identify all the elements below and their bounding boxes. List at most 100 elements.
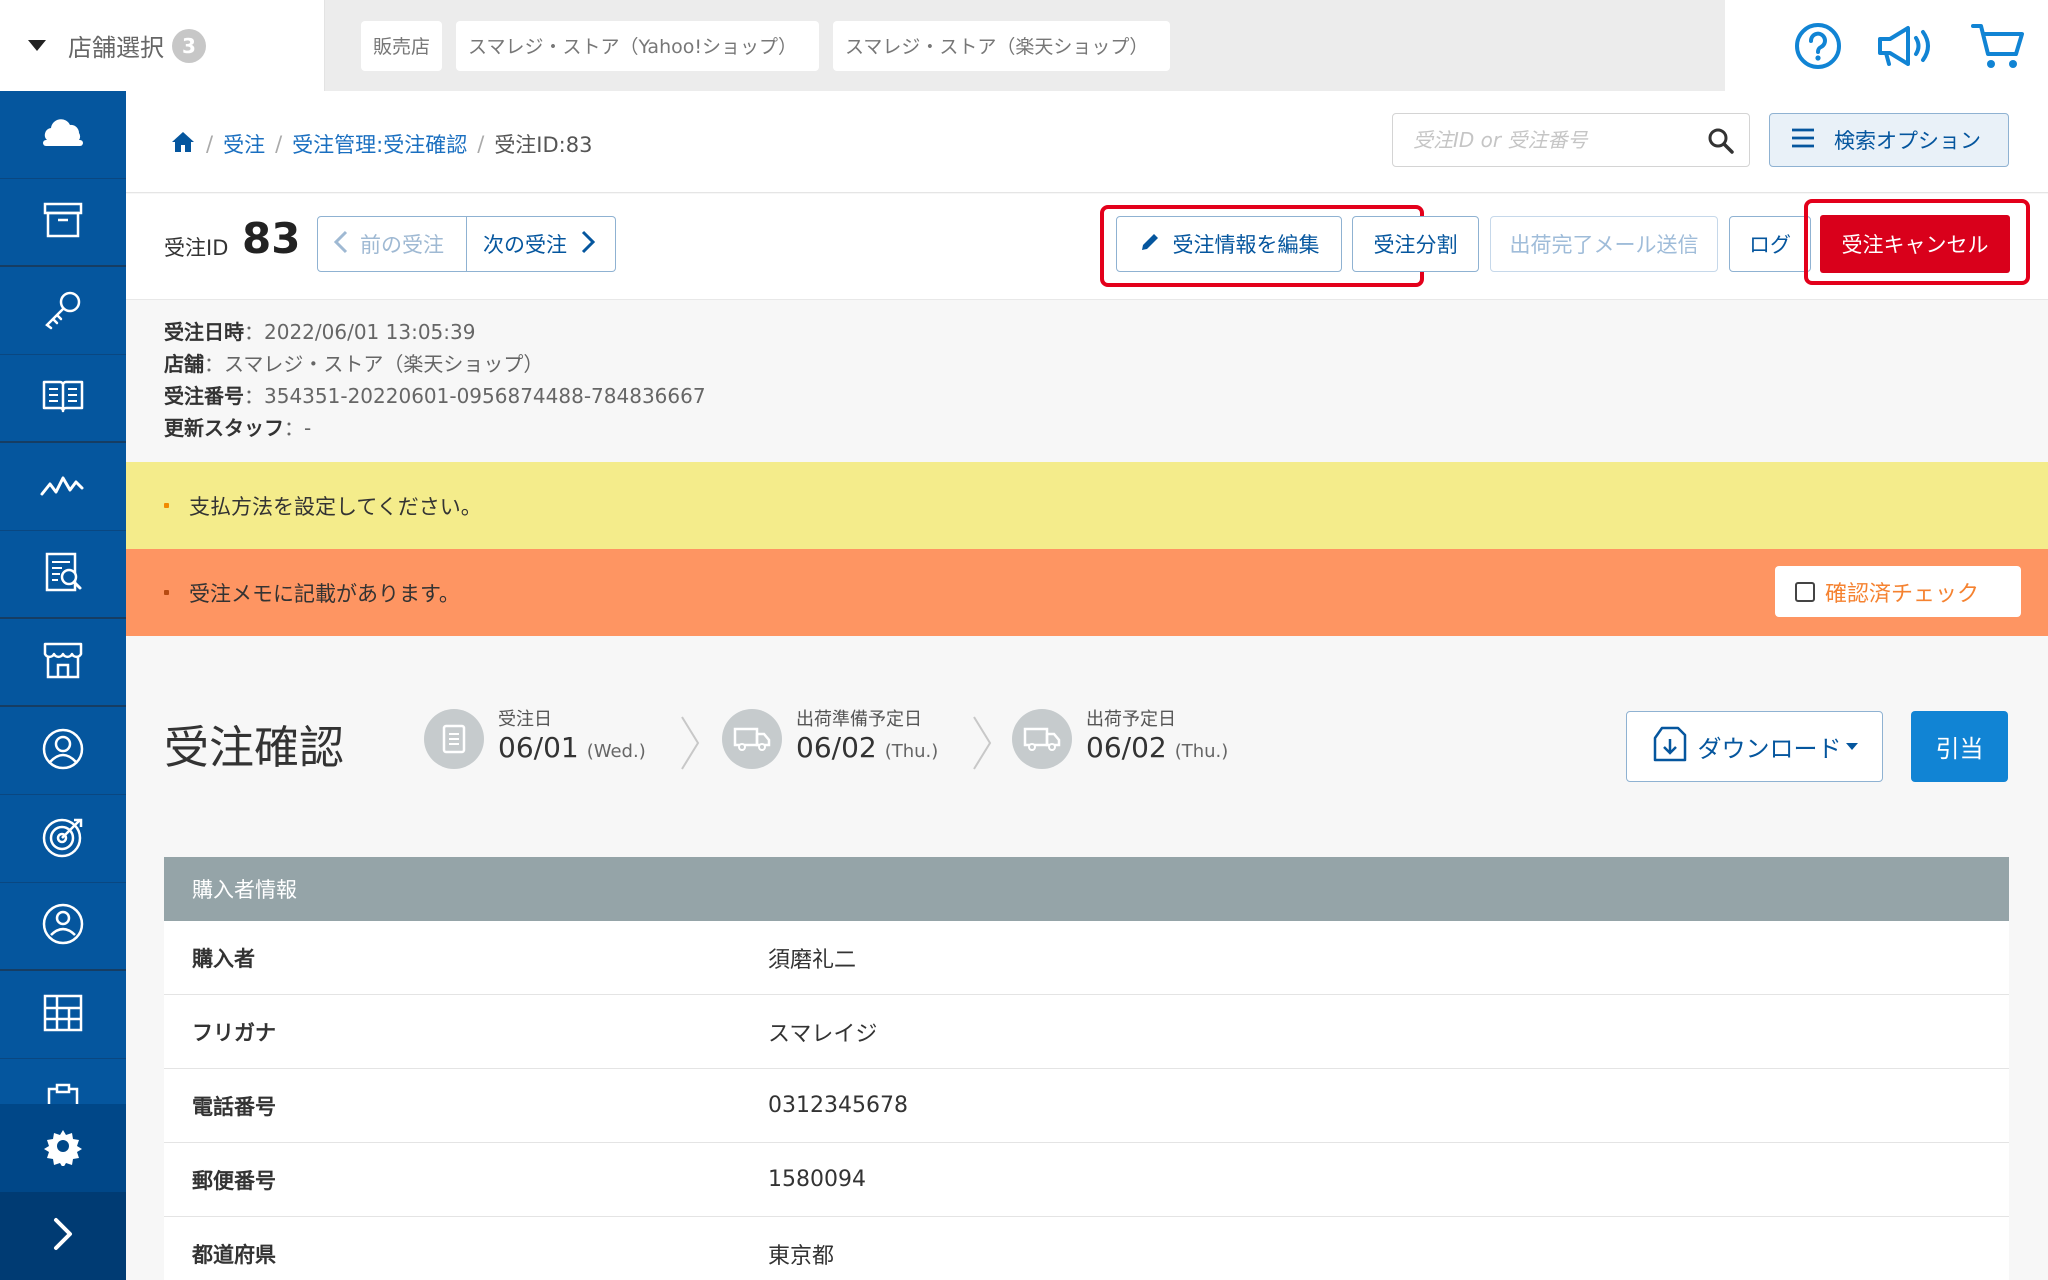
- truck-icon: [1012, 709, 1072, 769]
- document-icon: [424, 709, 484, 769]
- memo-notice: 受注メモに記載があります。 確認済チェック: [126, 549, 2048, 636]
- order-id-value: 83: [242, 214, 301, 263]
- sidebar-item-archive[interactable]: [0, 179, 126, 267]
- allocate-button[interactable]: 引当: [1911, 711, 2008, 782]
- step-day: (Thu.): [884, 741, 939, 762]
- sidebar-item-target[interactable]: [0, 795, 126, 883]
- key-icon: [42, 288, 84, 334]
- log-button[interactable]: ログ: [1729, 216, 1811, 272]
- ship-complete-mail-button[interactable]: 出荷完了メール送信: [1490, 216, 1718, 272]
- store-tabs: 販売店 スマレジ・ストア（Yahoo!ショップ） スマレジ・ストア（楽天ショップ…: [325, 0, 1725, 91]
- caret-down-icon: [1845, 743, 1858, 750]
- step-date: 06/01: [498, 731, 579, 764]
- member-icon: [41, 902, 85, 950]
- memo-notice-text: 受注メモに記載があります。: [189, 581, 460, 606]
- table-row: 都道府県 東京都: [164, 1217, 2009, 1280]
- row-key: フリガナ: [192, 1020, 276, 1045]
- report-search-icon: [43, 551, 83, 597]
- breadcrumb-separator: /: [206, 132, 214, 156]
- breadcrumb-separator: /: [275, 132, 283, 156]
- chevron-right-icon: [51, 1216, 75, 1256]
- step-order-date: 受注日 06/01 (Wed.): [424, 709, 646, 769]
- sidebar-item-report[interactable]: [0, 531, 126, 619]
- cloud-icon: [41, 118, 85, 152]
- meta-order-number: 受注番号：354351-20220601-0956874488-78483666…: [164, 384, 706, 408]
- table-row: 電話番号 0312345678: [164, 1069, 2009, 1143]
- user-circle-icon: [41, 727, 85, 775]
- settings-button[interactable]: [0, 1104, 126, 1192]
- ship-mail-label: 出荷完了メール送信: [1509, 233, 1699, 257]
- store-select-label: 店舗選択: [68, 34, 164, 62]
- breadcrumb-current: 受注ID:83: [494, 133, 593, 157]
- store-chip-rakuten[interactable]: スマレジ・ストア（楽天ショップ）: [833, 20, 1171, 71]
- sidebar-item-book[interactable]: [0, 355, 126, 443]
- step-ship-date: 出荷予定日 06/02 (Thu.): [1012, 709, 1228, 769]
- sidebar-item-home[interactable]: [0, 91, 126, 179]
- search-input[interactable]: [1393, 114, 1693, 166]
- buyer-info-card: 購入者情報 購入者 須磨礼二 フリガナ スマレイジ 電話番号 031234567…: [164, 857, 2009, 1280]
- edit-order-button[interactable]: 受注情報を編集: [1116, 216, 1342, 272]
- payment-notice-text: 支払方法を設定してください。: [189, 494, 482, 519]
- sidebar-item-analytics[interactable]: [0, 443, 126, 531]
- prev-order-label: 前の受注: [360, 233, 444, 257]
- page-title: 受注確認: [164, 721, 345, 774]
- target-icon: [41, 815, 85, 863]
- confirmed-checkbox-label: 確認済チェック: [1825, 581, 1980, 607]
- chevron-right-icon: [581, 230, 596, 259]
- bullet-icon: [164, 590, 169, 595]
- confirmed-checkbox[interactable]: 確認済チェック: [1775, 566, 2021, 617]
- payment-notice: 支払方法を設定してください。: [126, 462, 2048, 549]
- breadcrumb-order[interactable]: 受注: [223, 129, 265, 159]
- meta-order-date: 受注日時：2022/06/01 13:05:39: [164, 320, 476, 344]
- gear-icon: [43, 1126, 83, 1170]
- search-options-label: 検索オプション: [1834, 129, 1981, 153]
- sidebar-item-store[interactable]: [0, 619, 126, 707]
- meta-store: 店舗：スマレジ・ストア（楽天ショップ）: [164, 352, 544, 376]
- step-date: 06/02: [796, 731, 877, 764]
- row-key: 郵便番号: [192, 1168, 276, 1193]
- table-row: 郵便番号 1580094: [164, 1143, 2009, 1217]
- sidebar-item-customer[interactable]: [0, 707, 126, 795]
- bullet-icon: [164, 503, 169, 508]
- split-order-label: 受注分割: [1373, 233, 1458, 257]
- search-icon[interactable]: [1707, 127, 1735, 159]
- search-options-button[interactable]: 検索オプション: [1769, 113, 2009, 167]
- cancel-order-button[interactable]: 受注キャンセル: [1820, 215, 2010, 273]
- breadcrumb: / 受注 / 受注管理:受注確認 / 受注ID:83: [170, 129, 592, 159]
- row-value: 東京都: [768, 1243, 835, 1269]
- order-meta: 受注日時：2022/06/01 13:05:39 店舗：スマレジ・ストア（楽天シ…: [164, 316, 706, 444]
- prev-order-button[interactable]: 前の受注: [317, 216, 467, 272]
- megaphone-icon[interactable]: [1876, 22, 1936, 70]
- store-count-badge: 3: [172, 28, 206, 63]
- edit-order-label: 受注情報を編集: [1172, 233, 1320, 257]
- main-content: / 受注 / 受注管理:受注確認 / 受注ID:83 検索オプション 受注ID …: [126, 91, 2048, 1280]
- download-dropdown-button[interactable]: ダウンロード: [1626, 711, 1883, 782]
- store-icon: [42, 640, 84, 684]
- row-value: スマレイジ: [768, 1021, 878, 1047]
- store-select-dropdown[interactable]: 店舗選択 3: [0, 0, 325, 91]
- step-label: 出荷準備予定日: [796, 709, 922, 730]
- sidebar-item-member[interactable]: [0, 883, 126, 971]
- sidebar-item-key[interactable]: [0, 267, 126, 355]
- sidebar-item-apps[interactable]: [0, 971, 126, 1059]
- next-order-label: 次の受注: [483, 233, 567, 257]
- breadcrumb-order-management[interactable]: 受注管理:受注確認: [292, 129, 467, 159]
- store-chip-retailer[interactable]: 販売店: [361, 20, 443, 71]
- help-circle-icon[interactable]: [1794, 22, 1842, 70]
- edit-actions: 受注情報を編集 受注分割: [1116, 216, 1479, 272]
- sidebar-bottom: [0, 1104, 126, 1280]
- cart-icon[interactable]: [1970, 21, 2026, 71]
- split-order-button[interactable]: 受注分割: [1352, 216, 1479, 272]
- step-day: (Thu.): [1174, 741, 1229, 762]
- row-key: 都道府県: [192, 1242, 276, 1267]
- chevron-left-icon: [333, 230, 348, 259]
- sidebar: [0, 91, 126, 1280]
- grid-icon: [42, 993, 84, 1037]
- next-order-button[interactable]: 次の受注: [467, 216, 616, 272]
- sidebar-expand-button[interactable]: [0, 1192, 126, 1280]
- home-icon[interactable]: [170, 130, 196, 159]
- row-value: 0312345678: [768, 1093, 908, 1118]
- step-label: 受注日: [498, 709, 552, 730]
- store-chip-yahoo[interactable]: スマレジ・ストア（Yahoo!ショップ）: [456, 20, 819, 71]
- step-label: 出荷予定日: [1086, 709, 1176, 730]
